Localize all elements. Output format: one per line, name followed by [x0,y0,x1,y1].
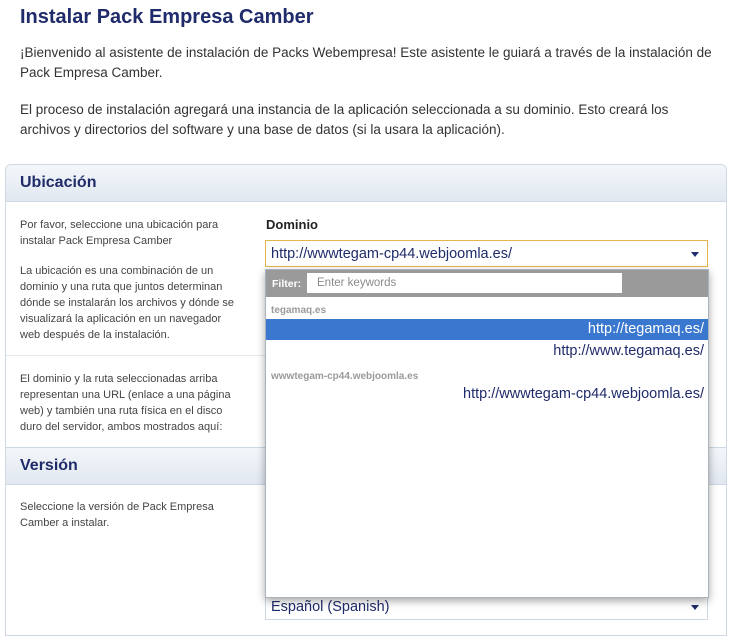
domain-option-webjoomla[interactable]: http://wwwtegam-cp44.webjoomla.es/ [266,384,708,405]
location-help-url: El dominio y la ruta seleccionadas arrib… [20,373,231,433]
option-group-label: tegamaq.es [271,305,327,316]
row-divider [6,355,266,356]
version-help: Seleccione la versión de Pack Empresa Ca… [20,501,214,529]
domain-option-www-tegamaq[interactable]: http://www.tegamaq.es/ [266,341,708,362]
section-header-ubicacion: Ubicación [6,165,726,202]
intro-paragraph-welcome: ¡Bienvenido al asistente de instalación … [20,45,712,80]
section-title-version: Versión [20,457,78,474]
domain-option-tegamaq[interactable]: http://tegamaq.es/ [266,319,708,340]
intro-paragraph-process: El proceso de instalación agregará una i… [20,102,669,137]
location-help-description: La ubicación es una combinación de un do… [20,265,235,341]
language-select-value: Español (Spanish) [271,599,390,615]
filter-label: Filter: [272,278,302,290]
filter-bar: Filter: [266,270,708,297]
page-title: Instalar Pack Empresa Camber [20,6,314,28]
domain-select-value: http://wwwtegam-cp44.webjoomla.es/ [271,246,512,262]
domain-select[interactable]: http://wwwtegam-cp44.webjoomla.es/ [265,240,708,267]
chevron-down-icon [691,605,699,610]
domain-dropdown-list: Filter: tegamaq.es http://tegamaq.es/ ht… [265,269,709,598]
section-title-ubicacion: Ubicación [20,174,97,191]
option-group-label: wwwtegam-cp44.webjoomla.es [271,371,419,382]
domain-label: Dominio [266,217,318,232]
chevron-down-icon [691,252,699,257]
filter-input[interactable] [307,273,622,293]
location-help-select: Por favor, seleccione una ubicación para… [20,219,219,247]
